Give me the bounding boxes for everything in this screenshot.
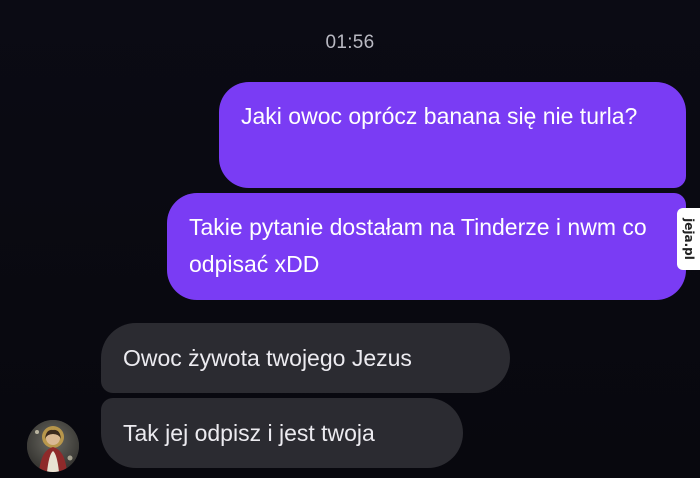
outgoing-message-bubble[interactable]: Jaki owoc oprócz banana się nie turla? [219,82,686,188]
contact-avatar-icon[interactable] [27,420,79,472]
watermark-text: jeja.pl [681,218,696,260]
watermark-logo: jeja.pl [677,208,700,270]
incoming-message-bubble[interactable]: Owoc żywota twojego Jezus [101,323,510,393]
chat-screen: 01:56 Jaki owoc oprócz banana się nie tu… [0,0,700,478]
outgoing-message-bubble[interactable]: Takie pytanie dostałam na Tinderze i nwm… [167,193,686,300]
message-timestamp: 01:56 [325,32,375,53]
avatar-image [27,420,79,472]
incoming-message-bubble[interactable]: Tak jej odpisz i jest twoja [101,398,463,468]
